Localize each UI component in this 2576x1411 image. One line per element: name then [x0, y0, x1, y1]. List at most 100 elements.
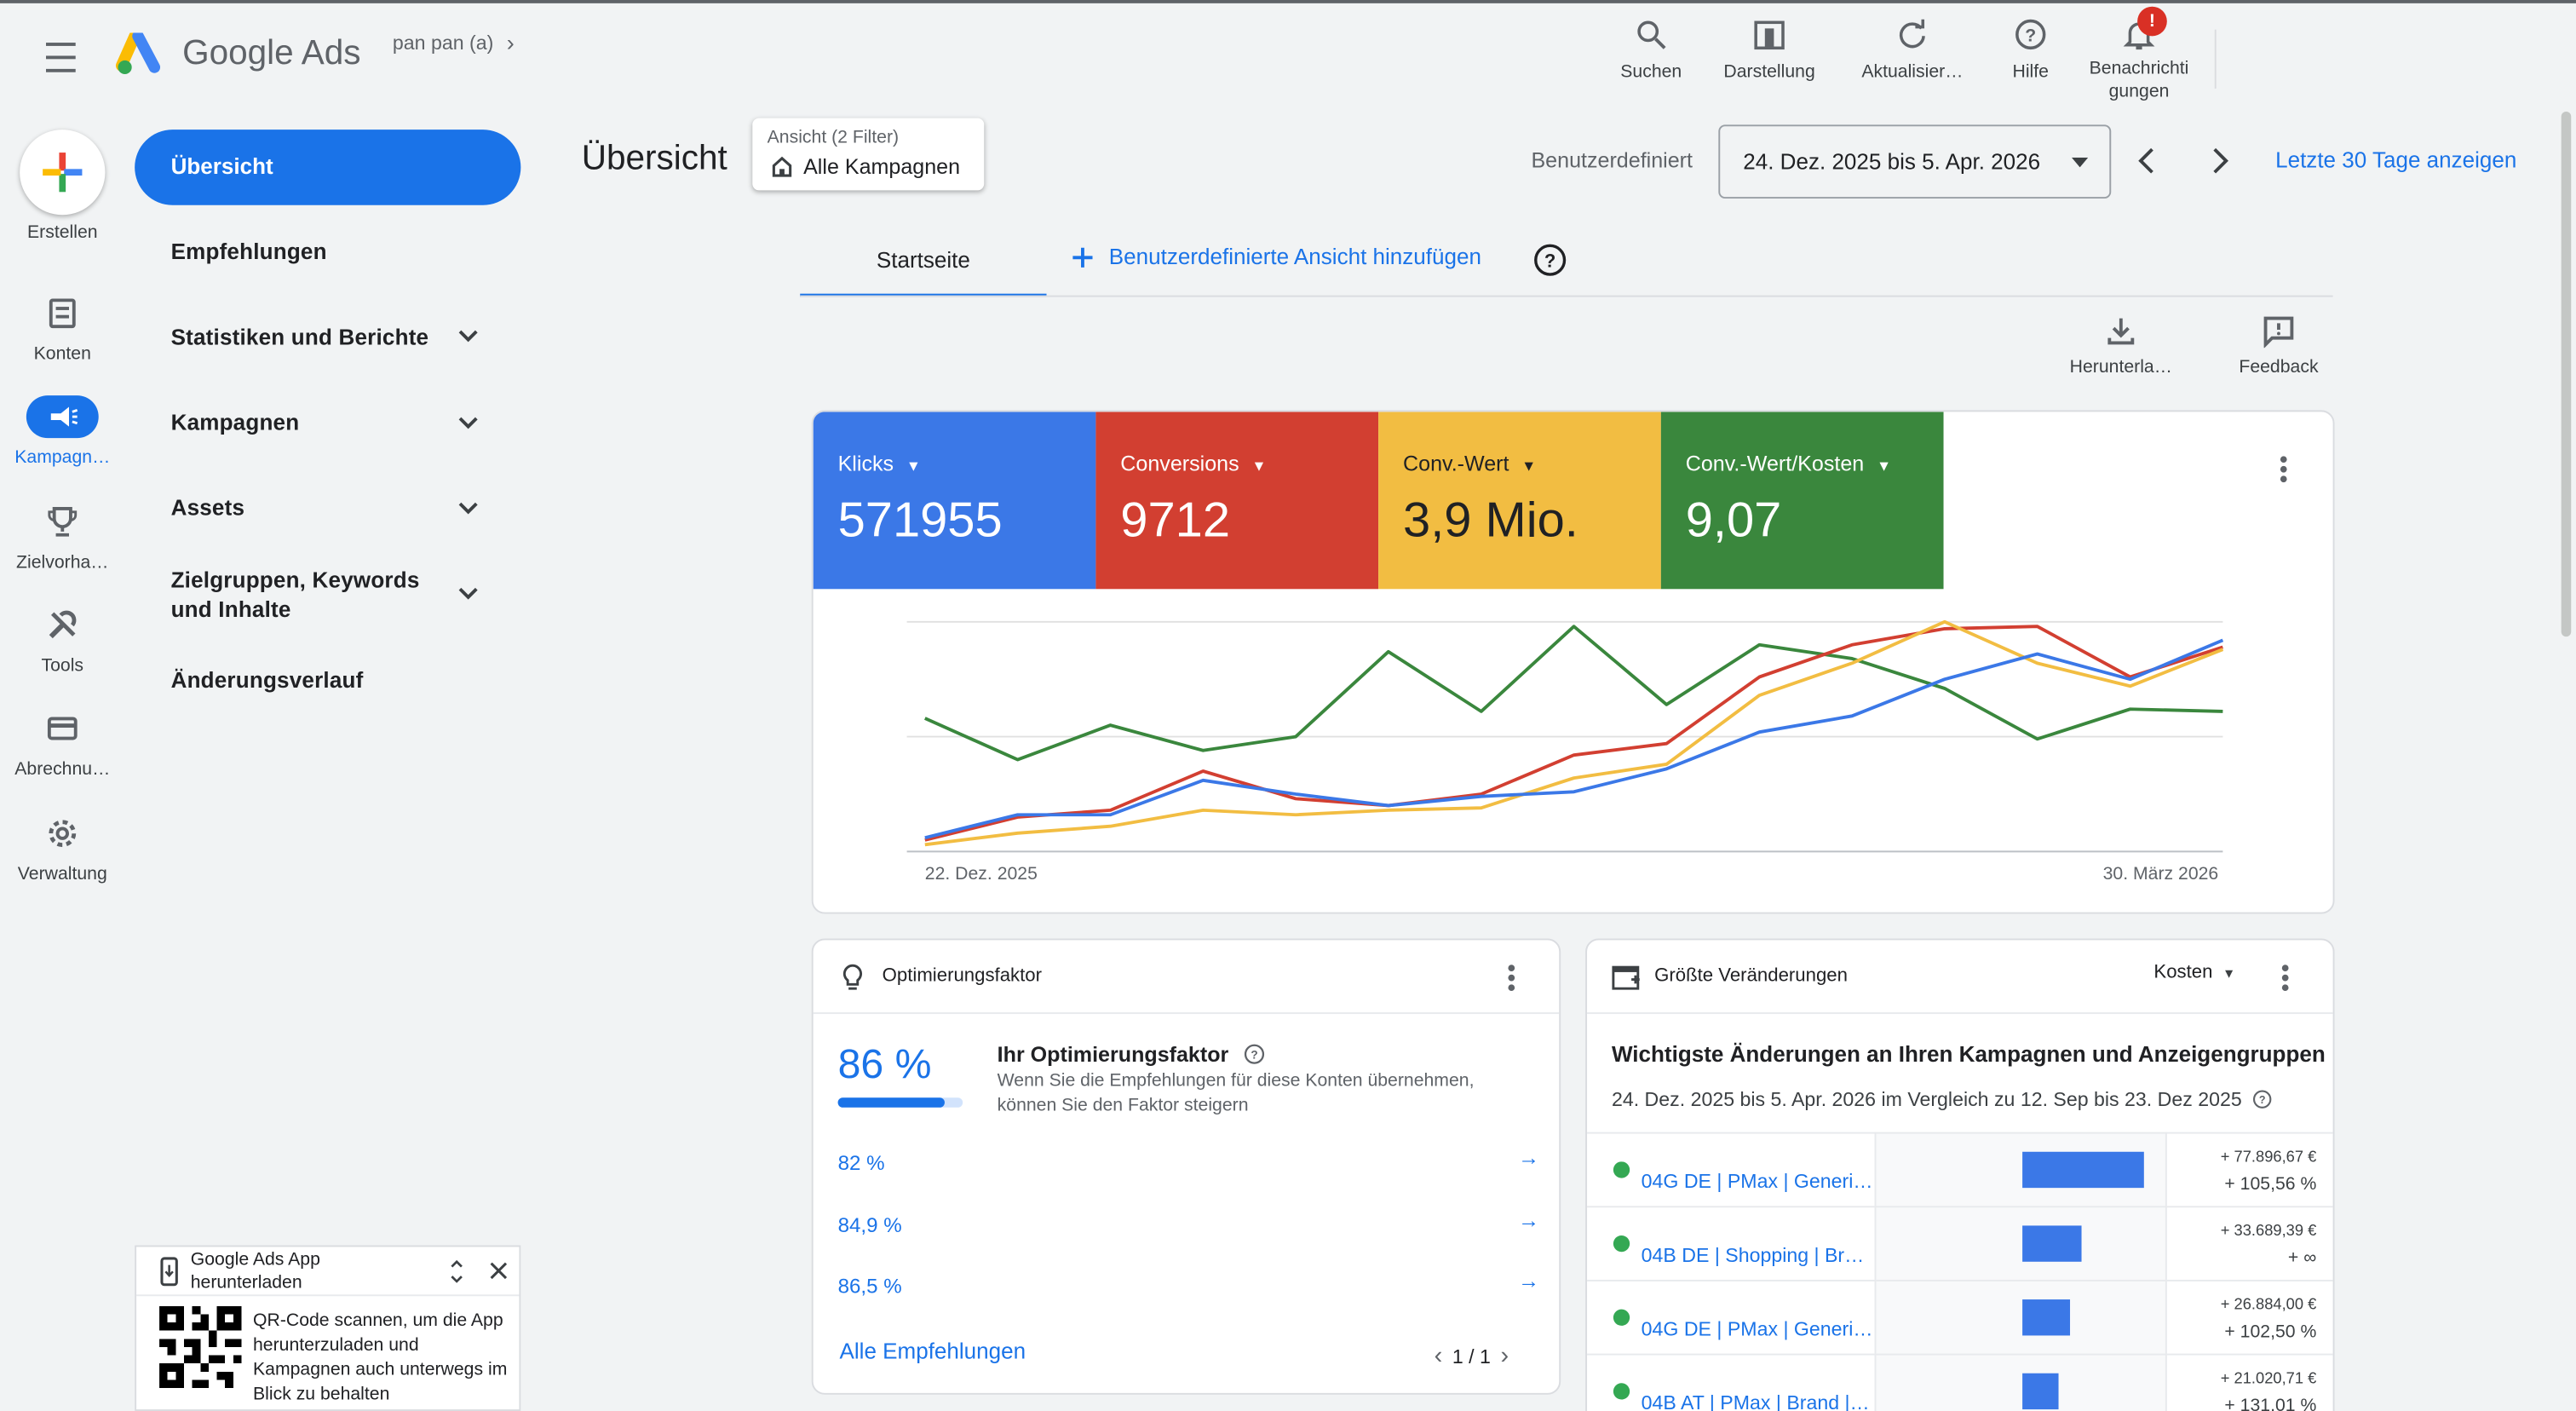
chevron-down-icon[interactable] — [457, 415, 480, 431]
settings-icon — [26, 812, 99, 855]
more-options-icon[interactable] — [2281, 965, 2289, 994]
recommendation-score: 84,9 % — [837, 1213, 902, 1237]
sidebar-item-overview[interactable]: Übersicht — [135, 130, 521, 205]
close-icon[interactable] — [490, 1262, 508, 1280]
svg-text:?: ? — [1544, 251, 1555, 272]
page-scrollbar[interactable] — [2561, 111, 2572, 637]
change-absolute: + 33.689,39 € — [2220, 1222, 2317, 1241]
recommendation-score: 82 % — [837, 1151, 885, 1175]
more-options-icon[interactable] — [2280, 456, 2287, 486]
recommendation-item[interactable]: 84,9 % → — [837, 1207, 1540, 1244]
view-filter-value: Alle Kampagnen — [803, 154, 961, 179]
campaign-name-link[interactable]: 04G DE | PMax | Generi… — [1642, 1170, 1873, 1193]
metric-tile-conv-value-cost[interactable]: Conv.-Wert/Kosten ▼ 9,07 — [1660, 412, 1944, 590]
header-help-button[interactable]: ? Hilfe — [1994, 16, 2067, 82]
account-name: pan pan (a) — [392, 31, 494, 55]
tab-home[interactable]: Startseite — [800, 230, 1047, 297]
chevron-left-icon[interactable]: ‹ — [1435, 1342, 1443, 1370]
metric-tile-conv-value[interactable]: Conv.-Wert ▼ 3,9 Mio. — [1378, 412, 1661, 590]
metric-label: Conversions — [1120, 451, 1239, 476]
table-row[interactable]: 04B AT | PMax | Brand |… + 21.020,71 € + 1… — [1587, 1353, 2333, 1411]
main-menu-icon[interactable] — [43, 43, 78, 72]
table-row[interactable]: 04G DE | PMax | Generi… + 26.884,00 € + 10… — [1587, 1279, 2333, 1354]
chevron-right-icon[interactable]: › — [1501, 1342, 1509, 1370]
page-title: Übersicht — [581, 139, 727, 177]
feedback-icon — [2263, 316, 2294, 349]
help-icon[interactable]: ? — [1532, 243, 1567, 277]
status-dot — [1613, 1383, 1630, 1400]
phone-icon — [160, 1257, 178, 1287]
metric-tile-clicks[interactable]: Klicks ▼ 571955 — [813, 412, 1096, 590]
header-notifications-button[interactable]: ! Benachrichti gungen — [2077, 6, 2202, 103]
rail-item-billing[interactable]: Abrechnu… — [0, 707, 125, 780]
rail-item-admin[interactable]: Verwaltung — [0, 812, 125, 884]
rail-label-goals: Zielvorha… — [16, 552, 109, 573]
change-absolute: + 77.896,67 € — [2220, 1148, 2317, 1167]
sidebar-item-change-history[interactable]: Änderungsverlauf — [171, 668, 364, 693]
metric-label: Conv.-Wert/Kosten — [1685, 451, 1865, 476]
table-row[interactable]: 04G DE | PMax | Generi… + 77.896,67 € + 10… — [1587, 1132, 2333, 1207]
sidebar-item-recommendations[interactable]: Empfehlungen — [171, 239, 327, 264]
help-icon[interactable]: ? — [2251, 1090, 2271, 1109]
google-ads-logo[interactable] — [115, 30, 168, 79]
rail-item-accounts[interactable]: Konten — [0, 292, 125, 364]
table-row[interactable]: 04B DE | Shopping | Br… + 33.689,39 € + ∞ — [1587, 1206, 2333, 1280]
view-filter-button[interactable]: Ansicht (2 Filter) Alle Kampagnen — [752, 118, 985, 191]
metric-tile-conversions[interactable]: Conversions ▼ 9712 — [1095, 412, 1379, 590]
changes-subheading-text: 24. Dez. 2025 bis 5. Apr. 2026 im Vergle… — [1611, 1087, 2242, 1111]
header-refresh-button[interactable]: Aktualisier… — [1850, 16, 1975, 82]
rail-label-admin: Verwaltung — [17, 864, 107, 884]
sidebar-item-label: Empfehlungen — [170, 239, 327, 265]
pager-text: 1 / 1 — [1452, 1345, 1491, 1368]
biggest-changes-card: Größte Veränderungen Kosten ▼ Wichtigste… — [1585, 938, 2335, 1411]
svg-text:?: ? — [2025, 26, 2036, 45]
sidebar-item-assets[interactable]: Assets — [171, 496, 245, 521]
change-bar — [2022, 1225, 2082, 1262]
account-selector[interactable]: pan pan (a) › — [393, 30, 515, 56]
more-options-icon[interactable] — [1508, 965, 1515, 994]
change-bar — [2022, 1299, 2071, 1336]
plus-icon — [1072, 246, 1093, 267]
header-appearance-button[interactable]: Darstellung — [1715, 16, 1823, 82]
next-period-icon[interactable] — [2208, 146, 2231, 176]
sidebar-item-campaigns[interactable]: Kampagnen — [171, 410, 300, 435]
recommendation-item[interactable]: 86,5 % → — [838, 1268, 1540, 1304]
previous-period-icon[interactable] — [2136, 146, 2159, 176]
date-range-select[interactable]: 24. Dez. 2025 bis 5. Apr. 2026 — [1718, 124, 2112, 199]
campaign-name-link[interactable]: 04G DE | PMax | Generi… — [1642, 1317, 1873, 1340]
changes-metric-select[interactable]: Kosten ▼ — [2153, 963, 2235, 982]
app-promo-divider — [136, 1294, 520, 1297]
add-custom-view-button[interactable]: Benutzerdefinierte Ansicht hinzufügen — [1071, 245, 1481, 269]
optimization-heading-text: Ihr Optimierungsfaktor — [997, 1041, 1229, 1067]
rail-item-campaigns[interactable]: Kampagn… — [0, 395, 125, 468]
recommendation-item[interactable]: 82 % → — [837, 1145, 1540, 1182]
arrow-right-icon: → — [1518, 1268, 1540, 1293]
campaign-name-link[interactable]: 04B AT | PMax | Brand |… — [1642, 1391, 1870, 1411]
google-ads-logo-icon — [115, 30, 161, 75]
metric-label: Klicks — [837, 451, 894, 476]
rail-item-tools[interactable]: Tools — [0, 604, 125, 676]
last-30-days-link[interactable]: Letzte 30 Tage anzeigen — [2275, 147, 2516, 172]
header-search-button[interactable]: Suchen — [1607, 16, 1695, 82]
metric-value: 9712 — [1120, 493, 1231, 549]
optimization-title: Optimierungsfaktor — [882, 966, 1043, 987]
accounts-icon — [26, 292, 99, 335]
sidebar-item-audiences[interactable]: Zielgruppen, Keywords und Inhalte — [171, 566, 434, 625]
collapse-icon[interactable] — [449, 1259, 465, 1283]
all-recommendations-link[interactable]: Alle Empfehlungen — [840, 1339, 1026, 1363]
help-icon[interactable]: ? — [1244, 1044, 1265, 1065]
dropdown-arrow-icon: ▼ — [906, 458, 921, 475]
tools-icon — [26, 604, 99, 647]
campaign-name-link[interactable]: 04B DE | Shopping | Br… — [1642, 1244, 1865, 1267]
rail-item-goals[interactable]: Zielvorha… — [0, 500, 125, 573]
status-dot — [1613, 1235, 1630, 1253]
sidebar-item-reports[interactable]: Statistiken und Berichte — [171, 325, 429, 349]
download-button[interactable]: Herunterla… — [2057, 315, 2185, 377]
create-button[interactable] — [20, 130, 106, 216]
chart-x-end-label: 30. März 2026 — [2102, 864, 2219, 884]
feedback-button[interactable]: Feedback — [2221, 315, 2336, 377]
chevron-down-icon[interactable] — [457, 500, 480, 516]
chevron-down-icon[interactable] — [457, 585, 480, 602]
chevron-down-icon[interactable] — [457, 328, 480, 344]
metric-value: 3,9 Mio. — [1403, 493, 1578, 549]
